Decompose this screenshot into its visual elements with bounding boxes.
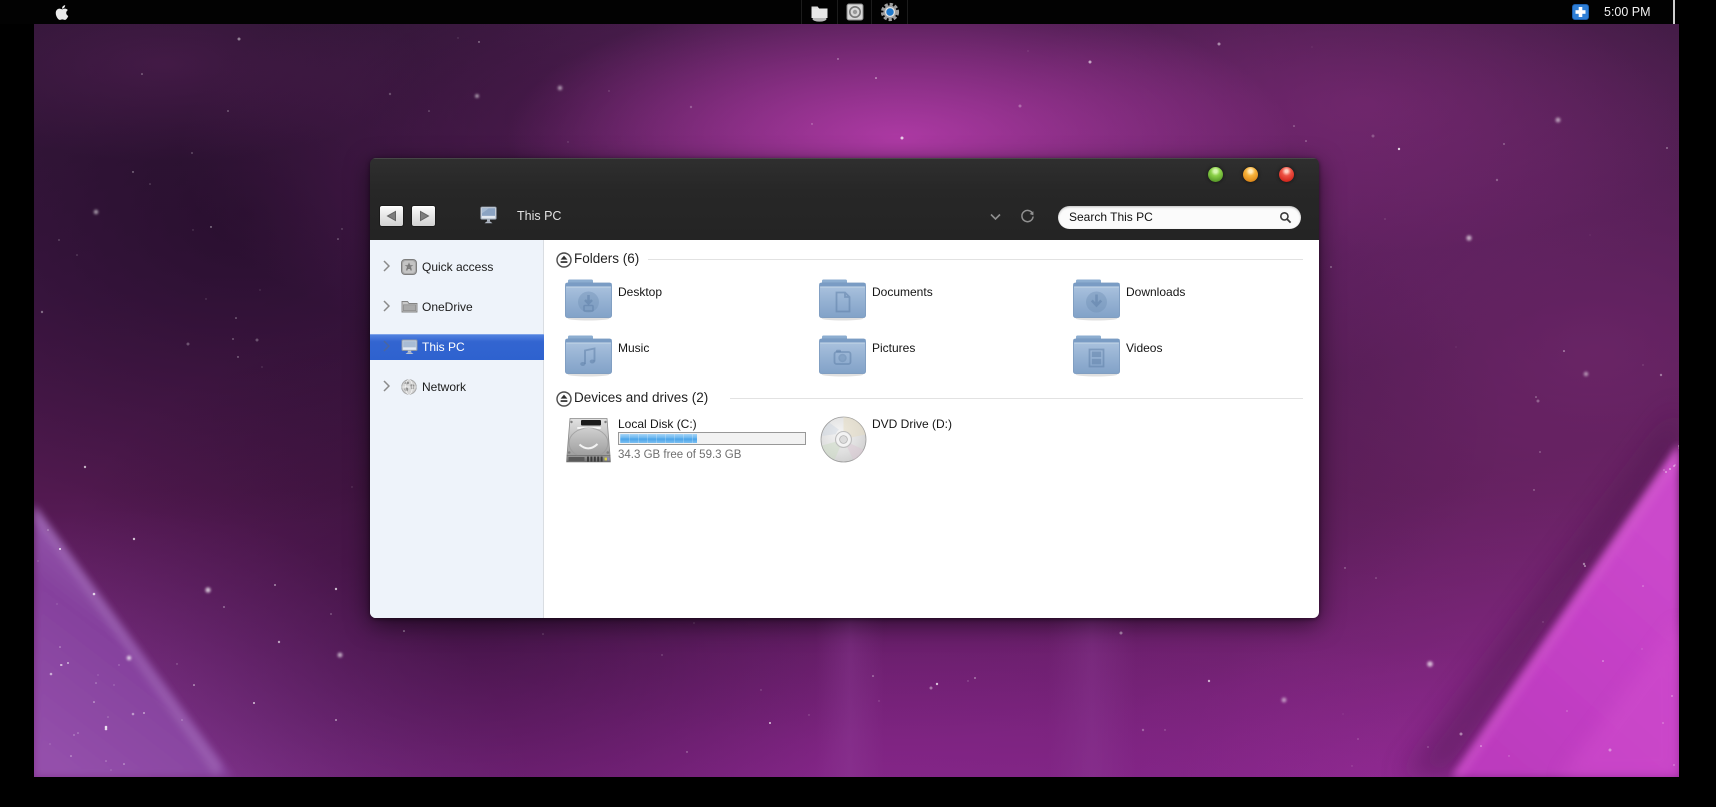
svg-text:A: A (406, 262, 412, 272)
